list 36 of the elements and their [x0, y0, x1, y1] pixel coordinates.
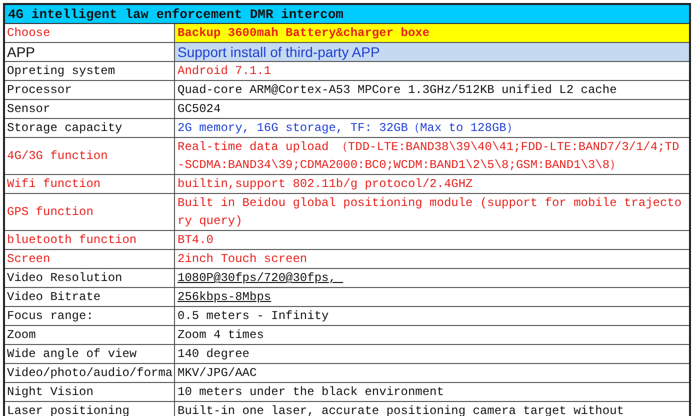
- table-cell: Processor: [4, 80, 174, 100]
- table-cell: Screen: [4, 250, 174, 268]
- table-cell: 10 meters under the black environment: [174, 382, 690, 402]
- table-cell: 2G memory, 16G storage, TF: 32GB（Max to 128GB）: [174, 118, 690, 138]
- table-cell: 256kbps-8Mbps: [174, 288, 690, 306]
- table-cell: Night Vision: [4, 382, 174, 402]
- table-cell: Zoom 4 times: [174, 326, 690, 344]
- table-cell: Zoom: [4, 326, 174, 344]
- table-cell: 0.5 meters - Infinity: [174, 306, 690, 326]
- table-cell: Sensor: [4, 100, 174, 118]
- table-cell: APP: [4, 42, 174, 62]
- table-cell: 1080P@30fps/720@30fps,: [174, 268, 690, 288]
- table-cell: Quad-core ARM@Cortex-A53 MPCore 1.3GHz/512KB unified L2 cache: [174, 80, 690, 100]
- table-cell: Video/photo/audio/forma: [4, 364, 174, 382]
- table-cell: Support install of third-party APP: [174, 42, 690, 62]
- table-cell: 4G/3G function: [4, 138, 174, 174]
- table-cell: Android 7.1.1: [174, 62, 690, 80]
- table-cell: MKV/JPG/AAC: [174, 364, 690, 382]
- table-cell: GPS function: [4, 194, 174, 230]
- table-cell: Wide angle of view: [4, 344, 174, 364]
- table-title: 4G intelligent law enforcement DMR intercom: [4, 4, 690, 24]
- table-cell: 2inch Touch screen: [174, 250, 690, 268]
- table-cell: Built in Beidou global positioning module (support for mobile trajectory query): [174, 194, 690, 230]
- table-cell: Opreting system: [4, 62, 174, 80]
- table-cell: Video Resolution: [4, 268, 174, 288]
- table-cell: builtin,support 802.11b/g protocol/2.4GHZ: [174, 174, 690, 194]
- table-cell: Video Bitrate: [4, 288, 174, 306]
- table-cell: Choose: [4, 24, 174, 42]
- table-cell: GC5024: [174, 100, 690, 118]
- table-cell: Backup 3600mah Battery&charger boxe: [174, 24, 690, 42]
- table-cell: bluetooth function: [4, 230, 174, 250]
- table-cell: Focus range:: [4, 306, 174, 326]
- table-cell: 140 degree: [174, 344, 690, 364]
- table-cell: BT4.0: [174, 230, 690, 250]
- table-cell: Wifi function: [4, 174, 174, 194]
- table-cell: Storage capacity: [4, 118, 174, 138]
